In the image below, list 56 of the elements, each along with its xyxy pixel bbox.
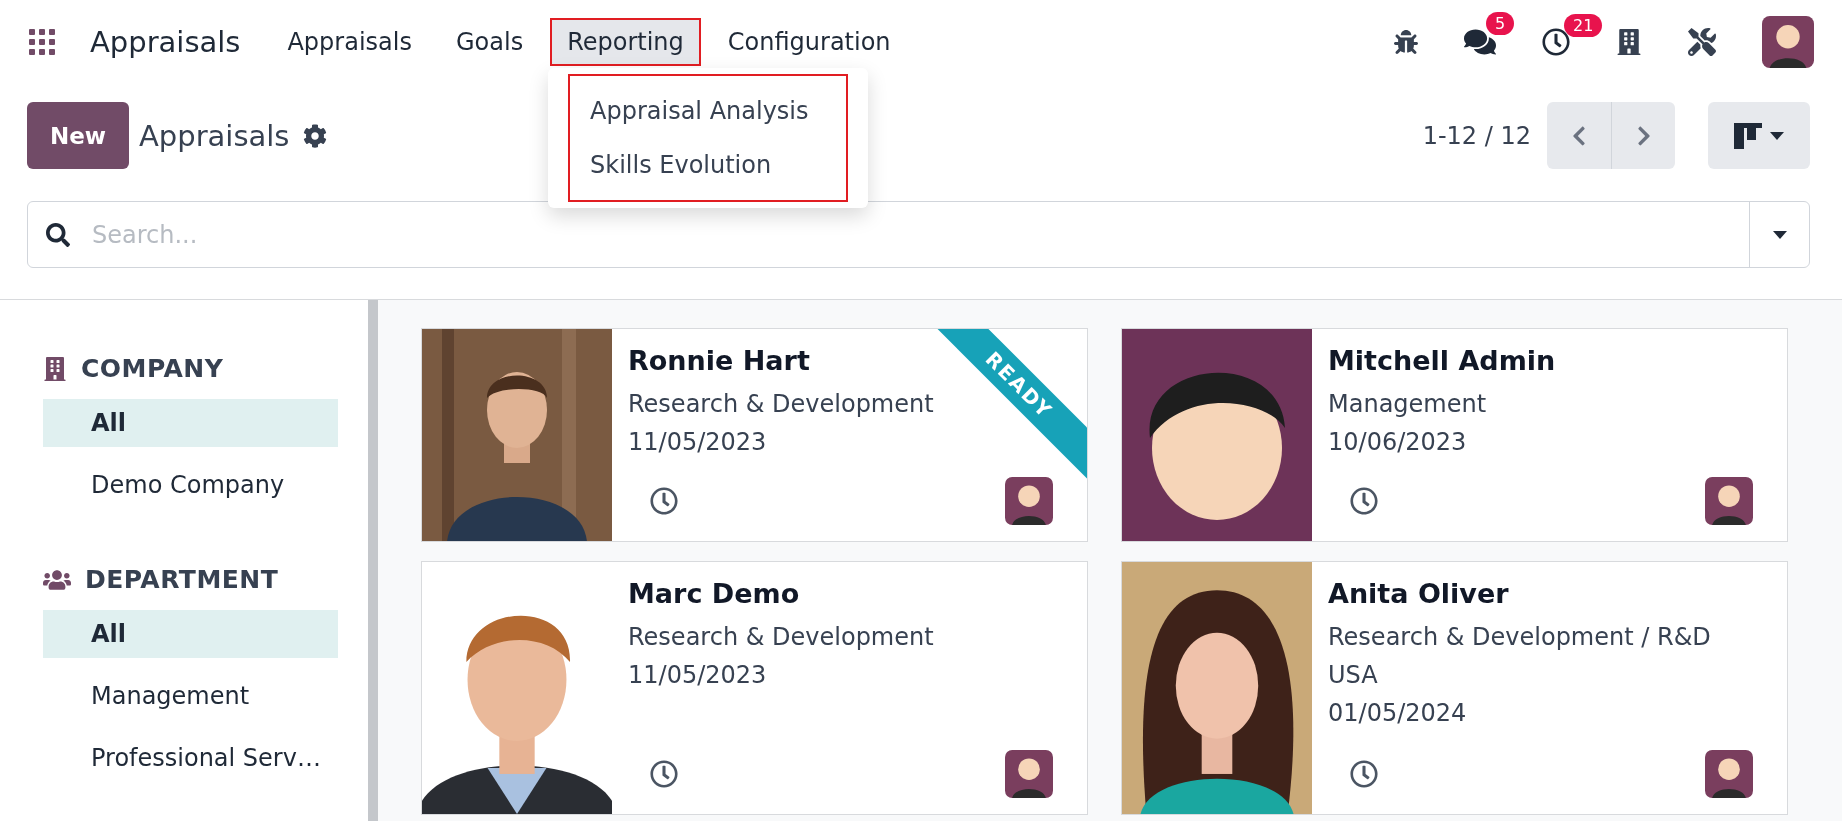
dropdown-item[interactable]: Appraisal Analysis [590,97,846,125]
bug-icon[interactable] [1394,30,1418,54]
employee-name: Mitchell Admin [1328,345,1557,376]
search-field[interactable]: Search... [90,219,1749,250]
view-switcher[interactable] [1708,102,1810,169]
card-detail: Management [1328,390,1488,418]
card-detail: Research & Development [628,623,935,651]
user-avatar [1005,750,1053,798]
app-name[interactable]: Appraisals [90,25,241,59]
activity-count: 21 [1564,14,1603,37]
new-button[interactable]: New [27,102,129,169]
employee-name: Marc Demo [628,578,801,609]
user-avatar [1705,750,1753,798]
card-detail: Research & Development / R&D [1328,623,1712,651]
clock-icon[interactable] [1350,760,1378,788]
caret-icon [1772,230,1787,239]
filter-item[interactable]: Demo Company [43,461,338,509]
page-title: Appraisals [139,118,290,153]
card-detail: 01/05/2024 [1328,699,1468,727]
employee-name: Anita Oliver [1328,578,1510,609]
menu-item[interactable]: Goals [438,18,541,66]
card-detail: 10/06/2023 [1328,428,1468,456]
employee-card[interactable]: Anita Oliver Research & Development / R&D USA 01/05/2024 [1121,561,1788,815]
menu-item[interactable]: Reporting [550,18,701,66]
user-avatar [1005,477,1053,525]
tools-icon[interactable] [1688,28,1716,56]
user-avatar [1705,477,1753,525]
apps-menu-icon[interactable] [28,28,56,56]
search-icon [46,222,70,247]
caret-icon [1770,131,1784,140]
employee-card[interactable]: Mitchell Admin Management 10/06/2023 [1121,328,1788,542]
card-detail: USA [1328,661,1379,689]
section-title: COMPANY [81,354,224,383]
filter-item[interactable]: All [43,399,338,447]
clock-icon[interactable] [1350,487,1378,515]
message-count: 5 [1486,12,1515,35]
pager-text: 1-12 / 12 [1422,121,1531,150]
section-title: DEPARTMENT [85,565,279,594]
menu-item[interactable]: Appraisals [270,18,429,66]
building-icon [43,356,67,381]
card-detail: 11/05/2023 [628,661,768,689]
settings-icon[interactable] [303,123,328,148]
clock-icon[interactable] [650,487,678,515]
menu-item[interactable]: Configuration [710,18,908,66]
filter-item[interactable]: Management [43,672,338,720]
search-bar[interactable]: Search... [27,201,1810,268]
employee-card[interactable]: Marc Demo Research & Development 11/05/2023 [421,561,1088,815]
user-avatar [1762,16,1814,68]
clock-icon[interactable] [650,760,678,788]
filter-item[interactable]: Professional Serv… [43,734,338,782]
dropdown-item[interactable]: Skills Evolution [590,151,846,179]
clock-icon[interactable] [1542,28,1570,56]
filter-item[interactable]: All [43,610,338,658]
card-detail: 11/05/2023 [628,428,768,456]
kanban-icon [1734,122,1762,149]
building-icon[interactable] [1616,29,1642,55]
